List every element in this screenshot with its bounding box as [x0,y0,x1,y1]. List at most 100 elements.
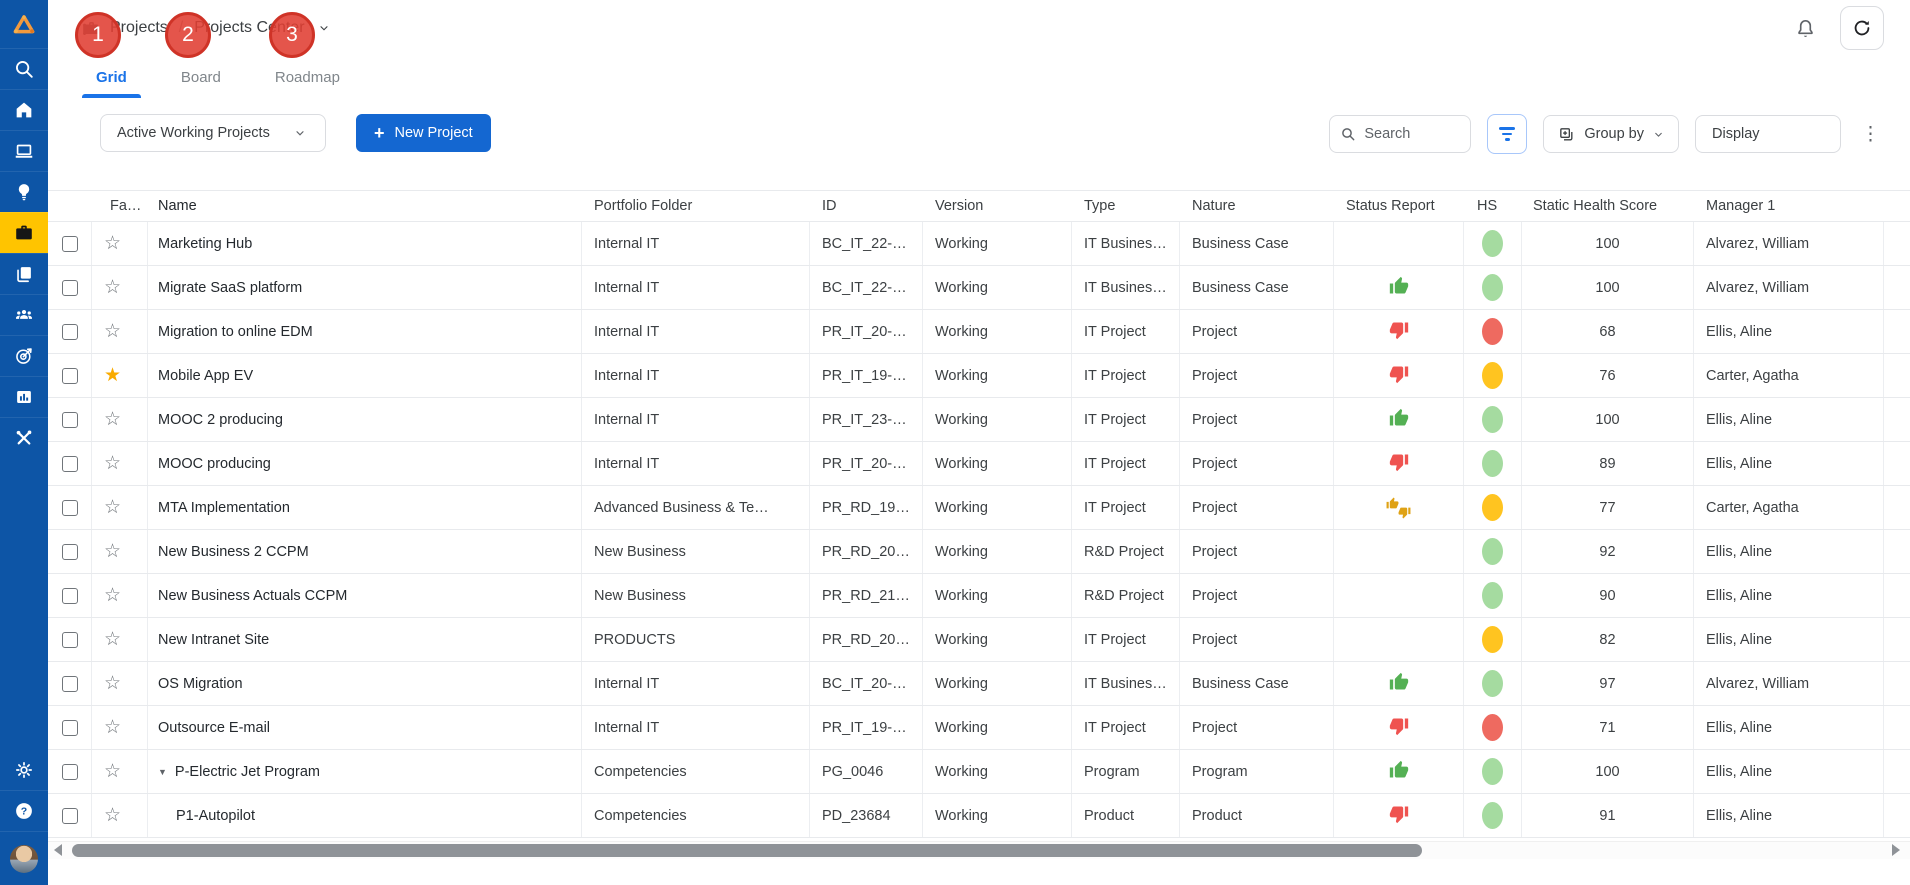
sidebar-item-home[interactable] [0,89,48,130]
row-checkbox[interactable] [62,764,78,780]
favorite-star-icon[interactable] [104,454,121,473]
app-logo[interactable] [0,0,48,48]
table-row[interactable]: ▼New Intranet Site PRODUCTS PR_RD_20… Wo… [48,618,1910,662]
type-cell: IT Busines… [1072,662,1180,705]
table-row[interactable]: ▼P1-Autopilot Competencies PD_23684 Work… [48,794,1910,838]
row-checkbox[interactable] [62,236,78,252]
favorite-star-icon[interactable] [104,498,121,517]
display-button[interactable]: Display [1695,115,1841,153]
status-report-icon [1389,760,1409,784]
id-cell: PR_RD_20… [810,618,923,661]
sidebar-item-team[interactable] [0,294,48,335]
horizontal-scrollbar[interactable] [48,841,1910,859]
sidebar-item-goals[interactable] [0,335,48,376]
filter-button[interactable] [1487,114,1527,154]
sidebar-item-settings[interactable] [0,749,48,790]
favorite-star-icon[interactable] [104,234,121,253]
chevron-down-icon [1653,129,1664,140]
row-checkbox[interactable] [62,456,78,472]
row-checkbox[interactable] [62,368,78,384]
col-hs[interactable]: HS [1464,198,1522,214]
horizontal-scroll-thumb[interactable] [72,844,1422,857]
portfolio-folder-cell: Internal IT [582,442,810,485]
col-status-report[interactable]: Status Report [1334,198,1464,214]
table-row[interactable]: ▼OS Migration Internal IT BC_IT_20-… Wor… [48,662,1910,706]
table-row[interactable]: ▼Migrate SaaS platform Internal IT BC_IT… [48,266,1910,310]
row-checkbox[interactable] [62,500,78,516]
search-box[interactable] [1329,115,1471,153]
tab-board[interactable]: Board [167,69,235,98]
table-row[interactable]: ▼Mobile App EV Internal IT PR_IT_19-… Wo… [48,354,1910,398]
tab-roadmap[interactable]: Roadmap [261,69,354,98]
row-checkbox[interactable] [62,412,78,428]
favorite-star-icon[interactable] [104,586,121,605]
sidebar-item-ideas[interactable] [0,171,48,212]
col-id[interactable]: ID [810,198,923,214]
manager-cell: Carter, Agatha [1694,354,1884,397]
scroll-left-arrow[interactable] [54,844,62,856]
col-type[interactable]: Type [1072,198,1180,214]
type-cell: IT Project [1072,310,1180,353]
version-cell: Working [923,618,1072,661]
row-checkbox[interactable] [62,632,78,648]
sidebar-item-tools[interactable] [0,417,48,458]
tab-grid[interactable]: Grid [82,69,141,98]
row-checkbox[interactable] [62,544,78,560]
favorite-star-icon[interactable] [104,718,121,737]
table-row[interactable]: ▼Migration to online EDM Internal IT PR_… [48,310,1910,354]
col-manager[interactable]: Manager 1 [1694,198,1884,214]
collapse-expander-icon[interactable]: ▼ [158,767,167,777]
col-health-score[interactable]: Static Health Score [1522,198,1694,214]
project-name: Migration to online EDM [158,324,313,340]
table-row[interactable]: ▼MOOC 2 producing Internal IT PR_IT_23-…… [48,398,1910,442]
group-by-button[interactable]: Group by [1543,115,1679,153]
favorite-star-icon[interactable] [104,674,121,693]
table-row[interactable]: ▼Outsource E-mail Internal IT PR_IT_19-…… [48,706,1910,750]
health-score-cell: 97 [1522,662,1694,705]
col-portfolio[interactable]: Portfolio Folder [582,198,810,214]
sidebar-item-help[interactable]: ? [0,790,48,831]
table-row[interactable]: ▼MOOC producing Internal IT PR_IT_20-… W… [48,442,1910,486]
sidebar-item-documents[interactable] [0,253,48,294]
favorite-star-icon[interactable] [104,366,121,385]
table-row[interactable]: ▼New Business 2 CCPM New Business PR_RD_… [48,530,1910,574]
sidebar-item-projects[interactable] [0,212,48,253]
col-version[interactable]: Version [923,198,1072,214]
notifications-button[interactable] [1792,15,1818,41]
table-row[interactable]: ▼MTA Implementation Advanced Business & … [48,486,1910,530]
sidebar-item-workspace[interactable] [0,130,48,171]
project-name: Migrate SaaS platform [158,280,302,296]
row-checkbox[interactable] [62,588,78,604]
more-options-button[interactable]: ⋮ [1857,125,1884,144]
search-input[interactable] [1364,126,1454,142]
bell-icon [1794,17,1817,40]
bar-chart-icon [13,386,35,408]
laptop-icon [13,140,35,162]
favorite-star-icon[interactable] [104,542,121,561]
row-checkbox[interactable] [62,280,78,296]
table-row[interactable]: ▼P-Electric Jet Program Competencies PG_… [48,750,1910,794]
row-checkbox[interactable] [62,676,78,692]
row-checkbox[interactable] [62,808,78,824]
favorite-star-icon[interactable] [104,322,121,341]
sidebar-item-profile[interactable] [0,831,48,885]
col-name[interactable]: Name [148,198,582,214]
row-checkbox[interactable] [62,720,78,736]
scroll-right-arrow[interactable] [1892,844,1900,856]
favorite-star-icon[interactable] [104,630,121,649]
col-favorite[interactable]: Fa… [92,198,148,214]
favorite-star-icon[interactable] [104,278,121,297]
table-header: Fa… Name Portfolio Folder ID Version Typ… [48,190,1910,222]
refresh-button[interactable] [1840,6,1884,50]
sidebar-item-search[interactable] [0,48,48,89]
table-row[interactable]: ▼New Business Actuals CCPM New Business … [48,574,1910,618]
favorite-star-icon[interactable] [104,410,121,429]
favorite-star-icon[interactable] [104,806,121,825]
favorite-star-icon[interactable] [104,762,121,781]
row-checkbox[interactable] [62,324,78,340]
sidebar-item-reports[interactable] [0,376,48,417]
table-row[interactable]: ▼Marketing Hub Internal IT BC_IT_22-… Wo… [48,222,1910,266]
new-project-button[interactable]: + New Project [356,114,491,152]
col-nature[interactable]: Nature [1180,198,1334,214]
view-filter-select[interactable]: Active Working Projects [100,114,326,152]
